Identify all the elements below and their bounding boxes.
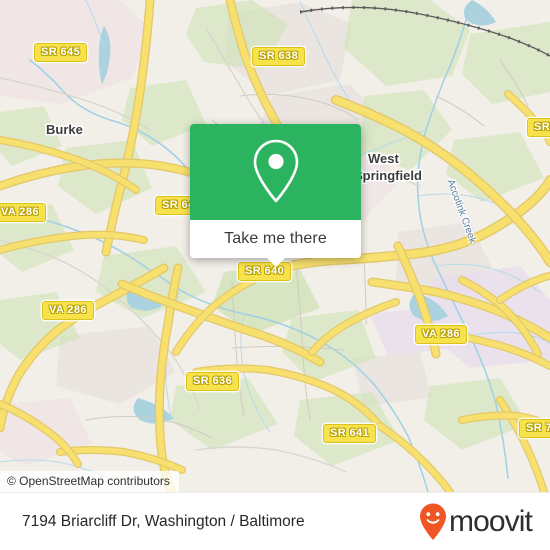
- moovit-logo[interactable]: moovit: [418, 502, 533, 542]
- address-title: 7194 Briarcliff Dr, Washington / Baltimo…: [22, 512, 305, 530]
- moovit-map-screenshot: .land{fill:#f2efe9;} .green{fill:#cfe3b4…: [0, 0, 550, 550]
- map-pin-icon: [253, 139, 298, 203]
- osm-attribution[interactable]: © OpenStreetMap contributors: [0, 471, 179, 492]
- take-me-there-card[interactable]: Take me there: [190, 124, 361, 267]
- take-me-there-label: Take me there: [224, 230, 327, 247]
- card-pointer-tail: [265, 257, 286, 267]
- map-viewport[interactable]: .land{fill:#f2efe9;} .green{fill:#cfe3b4…: [0, 0, 550, 492]
- card-header: [190, 124, 361, 220]
- footer-bar: 7194 Briarcliff Dr, Washington / Baltimo…: [0, 492, 550, 550]
- moovit-smiley-pin-icon: [420, 503, 447, 540]
- card-footer[interactable]: Take me there: [190, 220, 361, 258]
- moovit-wordmark: moovit: [449, 504, 533, 538]
